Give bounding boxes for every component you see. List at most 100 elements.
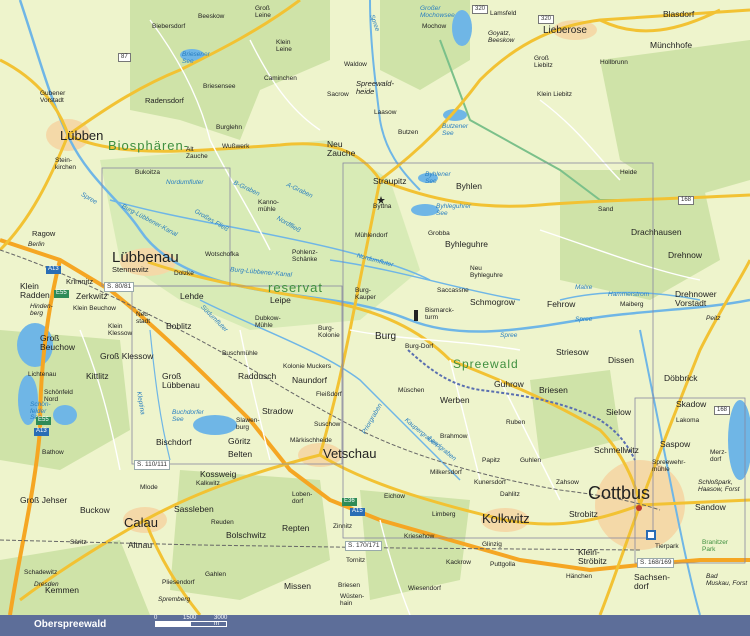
town-vetschau: Vetschau — [323, 446, 377, 461]
place-spreewaldheide: Spreewald- heide — [356, 79, 394, 96]
place-bischdorf: Bischdorf — [156, 437, 192, 447]
place-burg-kauper: Burg- Kauper — [355, 287, 376, 301]
place-saeritz: Säritz — [70, 539, 87, 546]
road-168-b: 168 — [714, 406, 731, 416]
place-lobendorf: Loben- dorf — [292, 491, 313, 505]
place-guebener-vorstadt: Gubener Vorstadt — [40, 90, 66, 104]
place-klein-stroebitz: Klein- Ströbitz — [578, 547, 607, 566]
place-strobitz: Strobitz — [569, 509, 598, 519]
place-burg-kolonie: Burg- Kolonie — [318, 325, 340, 339]
map-footer: Oberspreewald 0 1500 3000 m — [0, 615, 750, 636]
place-klein-beuchow: Klein Beuchow — [73, 305, 116, 312]
place-muehlendorf: Mühlendorf — [355, 232, 388, 239]
place-drehnower-vorstadt: Drehnower Vorstadt — [675, 289, 717, 308]
place-eichow: Eichow — [384, 493, 405, 500]
town-luebben: Lübben — [60, 128, 104, 143]
place-papitz: Papitz — [482, 457, 501, 464]
place-pohlenz-schaenke: Pohlenz- Schänke — [292, 249, 318, 263]
place-sand: Sand — [598, 206, 614, 213]
place-boblitz: Boblitz — [166, 321, 192, 331]
place-tornitz: Tornitz — [346, 557, 366, 564]
place-dolzke: Dolzke — [174, 270, 194, 277]
place-merzdorf: Merz- dorf — [710, 449, 727, 463]
place-fehrow: Fehrow — [547, 299, 576, 309]
scale-label-0: 0 — [154, 615, 158, 621]
place-kolonie-muckers: Kolonie Muckers — [283, 363, 332, 370]
place-schlosspark: Schloßpark, Haasow, Forst — [698, 479, 740, 493]
place-brahmow: Brahmow — [440, 433, 468, 440]
scale-label-1500: 1500 — [183, 615, 197, 621]
map-canvas[interactable]: Beeskow Groß Leine Biebersdorf Klein Lei… — [0, 0, 750, 615]
water-hammerstrom: Hammerstrom — [608, 291, 650, 298]
lake-buchdorfer-see: Buchdorfer See — [172, 409, 204, 423]
page-ref-168-169[interactable]: S. 168/169 — [637, 558, 675, 568]
place-glinzig: Glinzig — [482, 541, 502, 548]
road-a13-b: A13 — [34, 428, 49, 436]
place-kittlitz: Kittlitz — [86, 371, 109, 381]
place-schmellwitz: Schmellwitz — [594, 445, 639, 455]
place-byhleguhre: Byhleguhre — [445, 239, 489, 249]
place-zahsow: Zahsow — [556, 479, 579, 486]
place-bismarckturm: Bismarck- turm — [425, 307, 454, 321]
place-slawenburg: Slawen- burg — [236, 417, 260, 431]
train-station-icon — [646, 530, 656, 540]
place-ragow: Ragow — [32, 229, 56, 238]
place-hollbrunn: Hollbrunn — [600, 59, 628, 66]
place-lichtenau: Lichtenau — [28, 371, 57, 378]
place-lakoma: Lakoma — [676, 417, 700, 424]
place-sassleben: Sassleben — [174, 504, 214, 514]
place-mlode: Mlode — [140, 484, 158, 491]
place-dubkow-muehle: Dubkow- Mühle — [255, 315, 281, 329]
place-spremberg: Spremberg — [158, 596, 191, 603]
water-spree-east: Spree — [500, 332, 518, 339]
place-alt-zauche: Alt Zauche — [186, 146, 208, 160]
place-drachhausen: Drachhausen — [631, 227, 682, 237]
page-ref-110-111[interactable]: S. 110/111 — [134, 460, 170, 470]
town-kolkwitz: Kolkwitz — [482, 511, 530, 526]
place-byttna: Byttna — [373, 203, 392, 210]
page-ref-170-171[interactable]: S. 170/171 — [345, 541, 383, 551]
place-drehnow: Drehnow — [668, 250, 703, 260]
place-stennewitz: Stennewitz — [112, 265, 149, 274]
place-blasdorf: Blasdorf — [663, 9, 695, 19]
place-sandow: Sandow — [695, 502, 726, 512]
place-kalkwitz: Kalkwitz — [196, 480, 220, 487]
lake-grosser-mochowsee: Großer Mochowsee — [420, 5, 455, 19]
place-naundorf: Naundorf — [292, 375, 327, 385]
place-gahlen: Gahlen — [205, 571, 226, 578]
page-ref-80-81[interactable]: S. 80/81 — [104, 282, 135, 292]
place-maerkischheide: Märkischheide — [290, 437, 332, 444]
place-mochow: Mochow — [422, 23, 447, 30]
place-klein-liebitz: Klein Liebitz — [537, 91, 573, 98]
place-puttgolla: Puttgolla — [490, 561, 516, 568]
scale-label-3000: 3000 m — [214, 615, 228, 627]
place-sachsendorf: Sachsen- dorf — [634, 572, 670, 591]
place-sacrow: Sacrow — [327, 91, 349, 98]
place-striesow: Striesow — [556, 347, 589, 357]
place-radensdorf: Radensdorf — [145, 96, 184, 105]
lake-butzener-see: Butzener See — [442, 123, 469, 137]
road-a15: A15 — [350, 508, 365, 516]
place-gross-jehser: Groß Jehser — [20, 495, 68, 505]
road-320-b: 320 — [538, 15, 555, 25]
place-mueschen: Müschen — [398, 387, 425, 394]
place-pliesendorf: Pliesendorf — [162, 579, 195, 586]
place-kackrow: Kackrow — [446, 559, 471, 566]
road-a13-a: A13 — [46, 266, 61, 274]
place-stradow: Stradow — [262, 406, 294, 416]
place-missen: Missen — [284, 581, 311, 591]
town-calau: Calau — [124, 515, 158, 530]
place-guhrow: Guhrow — [494, 379, 524, 389]
place-beeskow: Beeskow — [198, 13, 225, 20]
water-nordumfluter: Nordumfluter — [166, 179, 204, 186]
place-fleissdorf: Fleißdorf — [316, 391, 342, 398]
place-lehde: Lehde — [180, 291, 204, 301]
place-maiberg: Maiberg — [620, 301, 644, 308]
place-spreewehrmuehle: Spreewehr- mühle — [652, 459, 686, 473]
place-butzen: Butzen — [398, 129, 419, 136]
place-kriesehow: Kriesehow — [404, 533, 435, 540]
place-hindenberg: Hinden- berg — [30, 303, 53, 317]
place-reuden: Reuden — [211, 519, 234, 526]
place-schadewitz: Schadewitz — [24, 569, 58, 576]
place-bukoitza: Bukoitza — [135, 169, 160, 176]
